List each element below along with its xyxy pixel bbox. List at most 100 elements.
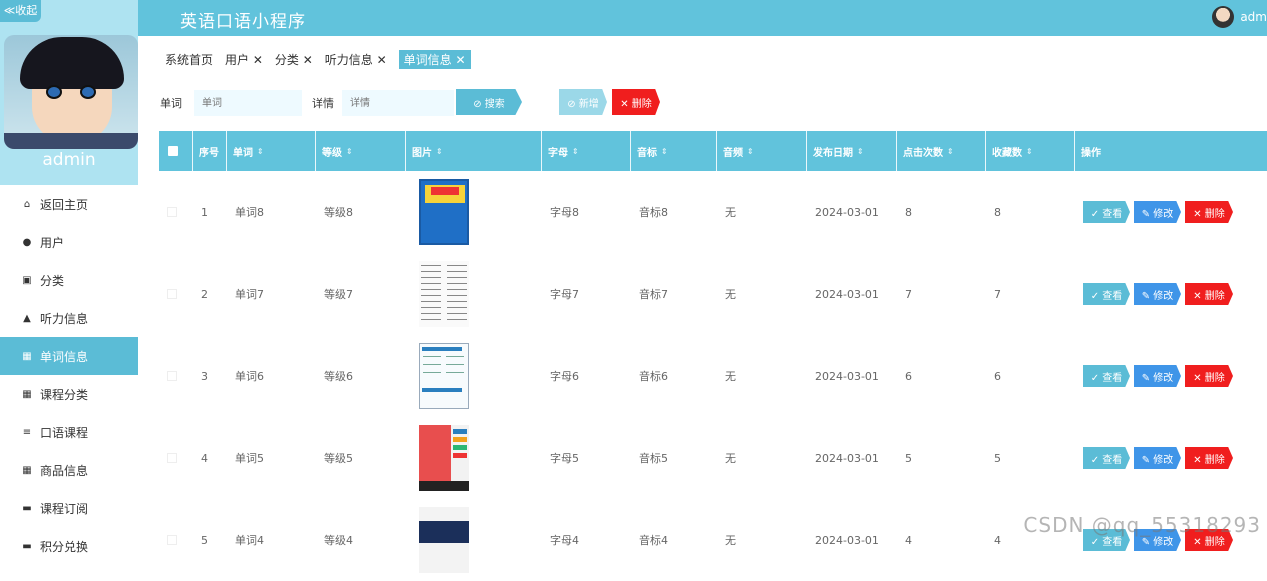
cell-favs: 7 xyxy=(986,253,1075,335)
sort-icon[interactable]: ⇕ xyxy=(747,147,754,156)
tab-words[interactable]: 单词信息 ✕ xyxy=(399,50,471,69)
delete-button[interactable]: ✕ 删除 xyxy=(1185,447,1233,469)
sidebar-item-products[interactable]: ▦商品信息 xyxy=(0,451,138,489)
table-row: 2 单词7 等级7 字母7 音标7 无 2024-03-01 7 7 ✓ 查看 … xyxy=(159,253,1267,335)
watermark: CSDN @qq_55318293 xyxy=(1023,513,1261,537)
avatar-eye xyxy=(80,85,96,99)
header-user[interactable]: adm xyxy=(1212,6,1267,28)
edit-button[interactable]: ✎ 修改 xyxy=(1134,283,1181,305)
word-image[interactable] xyxy=(419,425,469,491)
cell-date: 2024-03-01 xyxy=(807,499,897,581)
sidebar-item-user[interactable]: ●用户 xyxy=(0,223,138,261)
cell-date: 2024-03-01 xyxy=(807,171,897,253)
sort-icon[interactable]: ⇕ xyxy=(661,147,668,156)
cell-letter: 字母5 xyxy=(542,417,631,499)
col-audio[interactable]: 音频 ⇕ xyxy=(717,131,807,171)
cell-level: 等级4 xyxy=(316,499,406,581)
col-no: 序号 xyxy=(193,131,227,171)
calendar-icon: ▣ xyxy=(20,275,34,286)
view-button[interactable]: ✓ 查看 xyxy=(1083,365,1130,387)
person-icon: ▲ xyxy=(20,313,34,324)
sidebar-item-listening[interactable]: ▲ 听力信息 xyxy=(0,299,138,337)
cell-phonetic: 音标4 xyxy=(631,499,717,581)
row-checkbox[interactable] xyxy=(167,453,177,463)
sidebar-item-words[interactable]: ▦ 单词信息 xyxy=(0,337,138,375)
sidebar-item-points[interactable]: ▬积分兑换 xyxy=(0,527,138,565)
sort-icon[interactable]: ⇕ xyxy=(257,147,264,156)
cell-favs: 6 xyxy=(986,335,1075,417)
sidebar-item-category[interactable]: ▣分类 xyxy=(0,261,138,299)
tab-listening[interactable]: 听力信息 ✕ xyxy=(325,51,387,68)
checkbox-icon[interactable] xyxy=(168,146,178,156)
word-image[interactable] xyxy=(419,179,469,245)
select-all-checkbox[interactable] xyxy=(159,131,193,171)
col-image[interactable]: 图片⇕ xyxy=(406,131,542,171)
word-search-input[interactable] xyxy=(194,90,302,116)
sidebar-item-label: 听力信息 xyxy=(40,310,88,327)
view-button[interactable]: ✓ 查看 xyxy=(1083,447,1130,469)
sidebar-item-label: 口语课程 xyxy=(40,424,88,441)
cell-level: 等级7 xyxy=(316,253,406,335)
tab-home[interactable]: 系统首页 xyxy=(165,51,213,68)
tab-category[interactable]: 分类 ✕ xyxy=(275,51,313,68)
cell-clicks: 6 xyxy=(897,335,986,417)
col-favs[interactable]: 收藏数⇕ xyxy=(986,131,1075,171)
cell-word: 单词5 xyxy=(227,417,316,499)
delete-button[interactable]: ✕ 删除 xyxy=(1185,283,1233,305)
view-button[interactable]: ✓ 查看 xyxy=(1083,201,1130,223)
col-level[interactable]: 等级⇕ xyxy=(316,131,406,171)
grid-icon: ▦ xyxy=(20,389,34,400)
col-date[interactable]: 发布日期⇕ xyxy=(807,131,897,171)
word-image[interactable] xyxy=(419,343,469,409)
cell-level: 等级8 xyxy=(316,171,406,253)
cell-date: 2024-03-01 xyxy=(807,253,897,335)
collapse-button[interactable]: ≪收起 xyxy=(0,0,41,22)
sort-icon[interactable]: ⇕ xyxy=(1026,147,1033,156)
top-header: 英语口语小程序 adm xyxy=(0,0,1267,36)
col-phonetic[interactable]: 音标⇕ xyxy=(631,131,717,171)
sidebar-item-subscription[interactable]: ▬课程订阅 xyxy=(0,489,138,527)
admin-name: admin xyxy=(0,150,138,170)
cell-audio: 无 xyxy=(717,335,807,417)
edit-button[interactable]: ✎ 修改 xyxy=(1134,365,1181,387)
batch-delete-button[interactable]: ✕ 删除 xyxy=(612,89,660,115)
sort-icon[interactable]: ⇕ xyxy=(346,147,353,156)
word-image[interactable] xyxy=(419,261,469,327)
sidebar-item-label: 课程订阅 xyxy=(40,500,88,517)
col-letter[interactable]: 字母⇕ xyxy=(542,131,631,171)
cell-letter: 字母7 xyxy=(542,253,631,335)
header-user-name[interactable]: adm xyxy=(1240,10,1267,24)
sort-icon[interactable]: ⇕ xyxy=(947,147,954,156)
sidebar-item-speaking-course[interactable]: ≡ 口语课程 xyxy=(0,413,138,451)
cell-audio: 无 xyxy=(717,253,807,335)
cell-favs: 8 xyxy=(986,171,1075,253)
edit-button[interactable]: ✎ 修改 xyxy=(1134,201,1181,223)
col-clicks[interactable]: 点击次数⇕ xyxy=(897,131,986,171)
col-label: 音频 xyxy=(723,144,743,159)
edit-button[interactable]: ✎ 修改 xyxy=(1134,447,1181,469)
row-checkbox[interactable] xyxy=(167,289,177,299)
add-button[interactable]: ⊘ 新增 xyxy=(559,89,607,115)
sidebar-item-label: 单词信息 xyxy=(40,348,88,365)
sidebar-item-home[interactable]: ⌂返回主页 xyxy=(0,185,138,223)
delete-button[interactable]: ✕ 删除 xyxy=(1185,365,1233,387)
sidebar-item-course-category[interactable]: ▦ 课程分类 xyxy=(0,375,138,413)
user-avatar-icon[interactable] xyxy=(1212,6,1234,28)
tab-user[interactable]: 用户 ✕ xyxy=(225,51,263,68)
table-row: 5 单词4 等级4 字母4 音标4 无 2024-03-01 4 4 ✓ 查看 … xyxy=(159,499,1267,581)
grid-icon: ▦ xyxy=(20,351,34,362)
sidebar-item-label: 课程分类 xyxy=(40,386,88,403)
delete-button[interactable]: ✕ 删除 xyxy=(1185,201,1233,223)
col-word[interactable]: 单词⇕ xyxy=(227,131,316,171)
view-button[interactable]: ✓ 查看 xyxy=(1083,283,1130,305)
row-checkbox[interactable] xyxy=(167,371,177,381)
search-button[interactable]: ⊘ 搜索 xyxy=(456,89,522,115)
word-image[interactable] xyxy=(419,507,469,573)
row-checkbox[interactable] xyxy=(167,535,177,545)
sort-icon[interactable]: ⇕ xyxy=(436,147,443,156)
sort-icon[interactable]: ⇕ xyxy=(857,147,864,156)
menu-lines-icon: ≡ xyxy=(20,427,34,438)
detail-search-input[interactable] xyxy=(342,90,454,116)
sort-icon[interactable]: ⇕ xyxy=(572,147,579,156)
row-checkbox[interactable] xyxy=(167,207,177,217)
